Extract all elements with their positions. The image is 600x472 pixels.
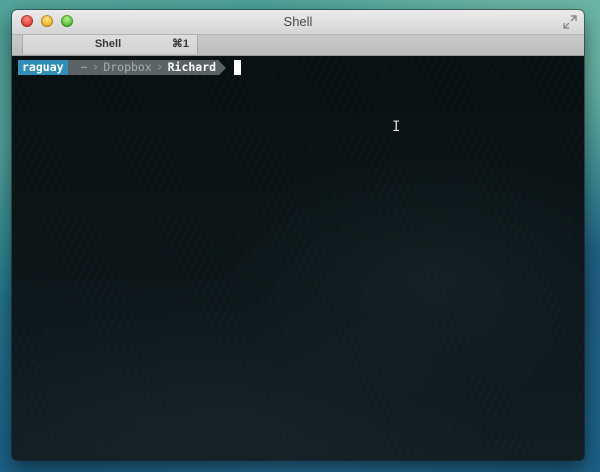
- tab-label: Shell: [94, 38, 122, 50]
- prompt-user: raguay: [18, 60, 68, 75]
- terminal-content[interactable]: raguay ~ › Dropbox › Richard I: [12, 56, 584, 460]
- tab-shortcut: ⌘1: [171, 38, 189, 50]
- window-title: Shell: [283, 14, 313, 29]
- prompt-path: ~ › Dropbox › Richard: [67, 60, 220, 75]
- ibeam-cursor-icon: I: [392, 119, 401, 135]
- prompt-path-dropbox: Dropbox: [103, 60, 152, 74]
- tab-bar: Shell ⌘1: [12, 35, 584, 56]
- terminal-window: Shell Shell ⌘1 raguay ~ › Dropbox › Rich…: [12, 10, 584, 460]
- fullscreen-button[interactable]: [563, 15, 577, 29]
- prompt-path-home: ~: [80, 60, 88, 74]
- chevron-right-icon: ›: [155, 60, 164, 75]
- prompt-path-richard: Richard: [167, 60, 217, 74]
- fullscreen-icon: [563, 15, 577, 29]
- tab-shell[interactable]: Shell ⌘1: [22, 35, 198, 54]
- prompt-path-arrow: [219, 60, 227, 75]
- title-bar[interactable]: Shell: [12, 10, 584, 35]
- text-cursor: [234, 60, 242, 75]
- shell-prompt: raguay ~ › Dropbox › Richard: [18, 60, 242, 75]
- chevron-right-icon: ›: [91, 60, 100, 75]
